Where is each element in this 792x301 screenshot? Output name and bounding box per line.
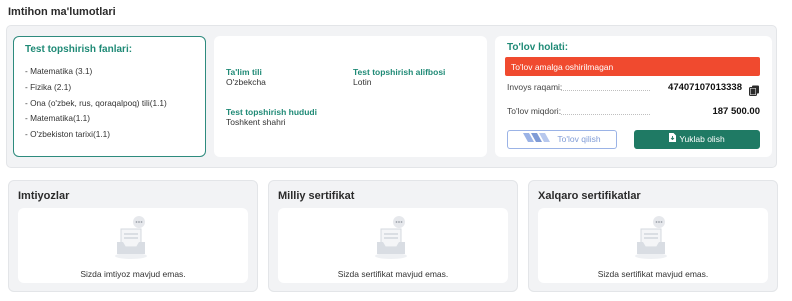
- benefits-title: Imtiyozlar: [18, 190, 70, 202]
- subjects-title: Test topshirish fanlari:: [25, 44, 133, 55]
- pay-button-label: To'lov qilish: [557, 134, 601, 144]
- amount-row: To'lov miqdori: 187 500.00: [507, 106, 760, 118]
- copy-icon[interactable]: [749, 83, 760, 96]
- exam-details-card: Ta'lim tili O'zbekcha Test topshirish al…: [214, 36, 487, 157]
- amount-label: To'lov miqdori:: [507, 106, 564, 116]
- download-button[interactable]: Yuklab olish: [634, 130, 760, 149]
- invoice-number: 47407107013338: [668, 82, 742, 93]
- national-certificate-card: Milliy sertifikat Sizda sertifikat mavju…: [268, 180, 518, 292]
- empty-inbox-icon: [629, 214, 677, 262]
- page-title: Imtihon ma'lumotlari: [8, 6, 116, 18]
- amount-value: 187 500.00: [712, 106, 760, 117]
- benefits-empty-state: Sizda imtiyoz mavjud emas.: [18, 208, 248, 283]
- empty-message: Sizda imtiyoz mavjud emas.: [80, 269, 186, 279]
- payment-title: To'lov holati:: [507, 42, 569, 53]
- invoice-row: Invoys raqami: 47407107013338: [507, 82, 760, 96]
- download-button-label: Yuklab olish: [679, 134, 725, 144]
- dotted-leader: [561, 114, 650, 115]
- invoice-label: Invoys raqami:: [507, 82, 565, 92]
- payment-provider-icon: [523, 131, 553, 148]
- empty-message: Sizda sertifikat mavjud emas.: [337, 269, 449, 279]
- national-certificate-title: Milliy sertifikat: [278, 190, 355, 202]
- alphabet-value: Lotin: [353, 77, 372, 87]
- pay-button[interactable]: To'lov qilish: [507, 130, 617, 149]
- region-value: Toshkent shahri: [226, 117, 286, 127]
- international-certificates-card: Xalqaro sertifikatlar Sizda sertifikat m…: [528, 180, 778, 292]
- dotted-leader: [561, 90, 650, 91]
- benefits-card: Imtiyozlar Sizda imtiyoz mavjud emas.: [8, 180, 258, 292]
- language-value: O'zbekcha: [226, 77, 266, 87]
- international-certificates-title: Xalqaro sertifikatlar: [538, 190, 641, 202]
- empty-inbox-icon: [369, 214, 417, 262]
- subject-item: - Fizika (2.1): [25, 81, 72, 92]
- payment-card: To'lov holati: To'lov amalga oshirilmaga…: [495, 36, 772, 157]
- subjects-card: Test topshirish fanlari: - Matematika (3…: [13, 36, 206, 157]
- payment-status-badge: To'lov amalga oshirilmagan: [505, 57, 760, 76]
- subjects-list: - Matematika (3.1) - Fizika (2.1) - Ona …: [25, 64, 194, 143]
- subject-item: - O'zbekiston tarixi(1.1): [25, 129, 111, 140]
- file-icon: [669, 130, 677, 149]
- subject-item: - Matematika (3.1): [25, 66, 93, 76]
- empty-message: Sizda sertifikat mavjud emas.: [597, 269, 709, 279]
- subject-item: - Ona (o'zbek, rus, qoraqalpoq) tili(1.1…: [25, 97, 167, 108]
- empty-inbox-icon: [109, 214, 157, 262]
- alphabet-label: Test topshirish alifbosi: [353, 67, 446, 77]
- language-label: Ta'lim tili: [226, 67, 262, 77]
- national-certificate-empty-state: Sizda sertifikat mavjud emas.: [278, 208, 508, 283]
- region-label: Test topshirish hududi: [226, 107, 317, 117]
- international-certificates-empty-state: Sizda sertifikat mavjud emas.: [538, 208, 768, 283]
- subject-item: - Matematika(1.1): [25, 113, 91, 124]
